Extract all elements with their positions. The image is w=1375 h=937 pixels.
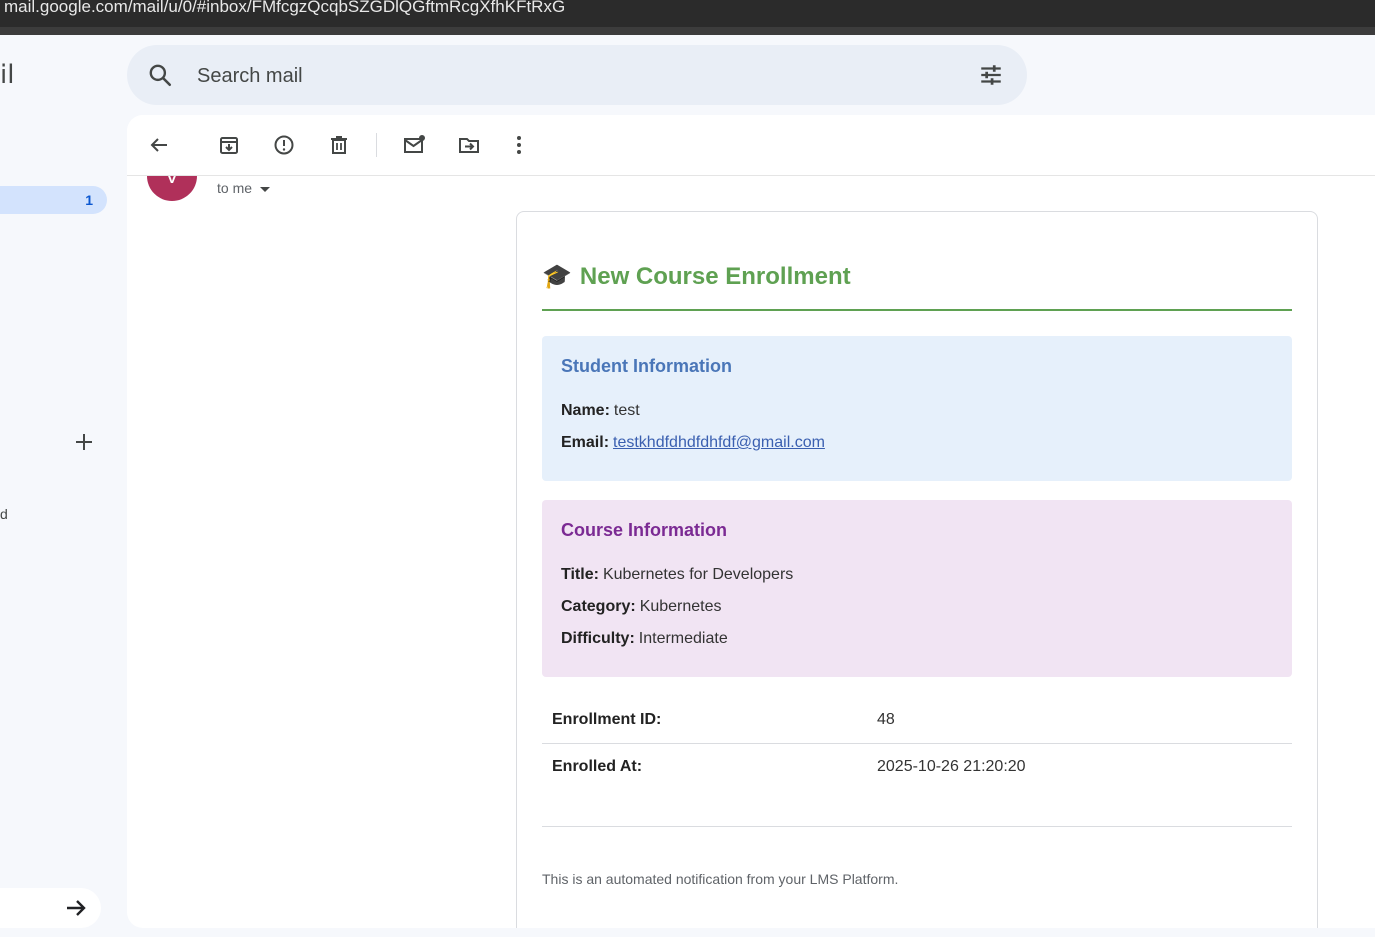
move-to-icon[interactable] bbox=[457, 133, 481, 157]
email-body-card: 🎓 New Course Enrollment Student Informati… bbox=[516, 211, 1318, 928]
enrolled-at-label: Enrolled At: bbox=[552, 758, 643, 775]
search-icon[interactable] bbox=[147, 62, 173, 88]
message-pane: V to me 🎓New Course Enrollment Student I… bbox=[127, 115, 1375, 928]
name-value: test bbox=[613, 402, 640, 419]
message-toolbar bbox=[127, 115, 1375, 176]
name-label: Name: bbox=[561, 402, 610, 419]
student-email-row: Email: testkhdfdhdfdhfdf@gmail.com bbox=[561, 434, 825, 452]
search-input[interactable] bbox=[195, 60, 899, 92]
category-value: Kubernetes bbox=[639, 598, 722, 615]
table-row: Enrolled At: 2025-10-26 21:20:20 bbox=[542, 744, 1292, 790]
sidebar-label-fragment[interactable]: d bbox=[0, 506, 8, 522]
delete-icon[interactable] bbox=[327, 133, 351, 157]
footer-note: This is an automated notification from y… bbox=[542, 871, 899, 887]
course-difficulty-row: Difficulty: Intermediate bbox=[561, 630, 728, 648]
difficulty-label: Difficulty: bbox=[561, 630, 635, 647]
url-text: mail.google.com/mail/u/0/#inbox/FMfcgzQc… bbox=[4, 0, 566, 16]
archive-icon[interactable] bbox=[217, 133, 241, 157]
title-value: Kubernetes for Developers bbox=[602, 566, 794, 583]
student-info-title: Student Information bbox=[561, 356, 732, 376]
student-name-row: Name: test bbox=[561, 402, 640, 420]
email-link[interactable]: testkhdfdhdfdhfdf@gmail.com bbox=[613, 434, 825, 451]
expand-panel-button[interactable] bbox=[0, 888, 101, 928]
back-arrow-icon[interactable] bbox=[147, 133, 171, 157]
email-label: Email: bbox=[561, 434, 610, 451]
browser-url-bar[interactable]: mail.google.com/mail/u/0/#inbox/FMfcgzQc… bbox=[0, 0, 1375, 27]
mark-unread-icon[interactable] bbox=[402, 133, 426, 157]
heading-text: New Course Enrollment bbox=[579, 263, 851, 290]
enrolled-at-value: 2025-10-26 21:20:20 bbox=[877, 758, 1026, 775]
student-info-box: Student Information Name: test Email: test… bbox=[542, 336, 1292, 481]
difficulty-value: Intermediate bbox=[638, 630, 728, 647]
enrollment-id-label: Enrollment ID: bbox=[552, 711, 662, 728]
search-bar bbox=[127, 45, 1027, 105]
report-spam-icon[interactable] bbox=[272, 133, 296, 157]
title-label: Title: bbox=[561, 566, 599, 583]
sidebar-item-inbox[interactable]: 1 bbox=[0, 186, 107, 214]
add-label-icon[interactable] bbox=[72, 430, 96, 454]
course-title-row: Title: Kubernetes for Developers bbox=[561, 566, 793, 584]
arrow-right-icon bbox=[67, 900, 86, 916]
category-label: Category: bbox=[561, 598, 636, 615]
browser-strip bbox=[0, 27, 1375, 35]
enrollment-id-value: 48 bbox=[877, 711, 895, 728]
gmail-logo[interactable]: il bbox=[0, 60, 14, 90]
search-options-icon[interactable] bbox=[977, 62, 1005, 88]
course-category-row: Category: Kubernetes bbox=[561, 598, 722, 616]
inbox-count: 1 bbox=[85, 192, 93, 208]
caret-down-icon bbox=[260, 186, 271, 192]
more-options-icon[interactable] bbox=[507, 133, 531, 157]
course-info-box: Course Information Title: Kubernetes for … bbox=[542, 500, 1292, 677]
heading-divider bbox=[542, 309, 1292, 311]
email-heading: 🎓 New Course Enrollment bbox=[542, 262, 851, 291]
recipient-label: to me bbox=[217, 180, 253, 196]
graduation-cap-icon: 🎓 bbox=[542, 263, 572, 290]
toolbar-divider bbox=[376, 133, 377, 157]
table-row: Enrollment ID: 48 bbox=[542, 697, 1292, 744]
course-info-title: Course Information bbox=[561, 520, 728, 540]
recipient-details[interactable]: to me bbox=[217, 180, 271, 196]
footer-divider bbox=[542, 826, 1292, 827]
